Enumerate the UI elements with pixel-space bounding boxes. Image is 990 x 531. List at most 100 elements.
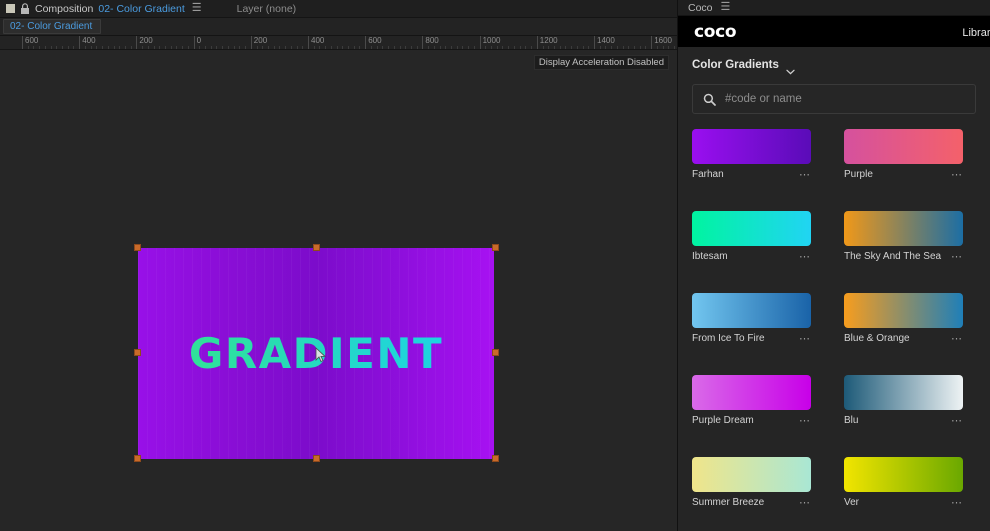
gradient-search-field[interactable]: #code or name: [692, 84, 976, 115]
ruler-minor-tick: [102, 46, 104, 49]
ruler-minor-tick: [267, 46, 269, 49]
selection-handle-middle-left[interactable]: [134, 349, 141, 356]
ruler-minor-tick: [611, 46, 613, 49]
lock-icon[interactable]: [20, 2, 30, 15]
gradient-text-layer[interactable]: GRADIENT: [138, 332, 494, 375]
gradient-card[interactable]: Blu ⋯: [844, 375, 963, 426]
gradient-card[interactable]: Purple Dream ⋯: [692, 375, 811, 426]
selected-layer-bounding-box[interactable]: GRADIENT: [134, 244, 499, 462]
gradient-options-icon[interactable]: ⋯: [951, 333, 963, 344]
category-selector[interactable]: Color Gradients: [692, 50, 976, 80]
ruler-minor-tick: [205, 46, 207, 49]
ruler-minor-tick: [313, 46, 315, 49]
gradient-card[interactable]: Ibtesam ⋯: [692, 211, 811, 262]
ruler-minor-tick: [216, 46, 218, 49]
selection-handle-middle-right[interactable]: [492, 349, 499, 356]
ruler-minor-tick: [222, 46, 224, 49]
ruler-minor-tick: [628, 46, 630, 49]
ruler-minor-tick: [468, 46, 470, 49]
gradient-swatch[interactable]: [692, 293, 811, 329]
gradient-options-icon[interactable]: ⋯: [799, 251, 811, 262]
gradient-swatch[interactable]: [844, 129, 963, 165]
gradient-name-label: Ver: [844, 497, 860, 509]
gradient-card[interactable]: The Sky And The Sea ⋯: [844, 211, 963, 262]
ruler-tick-label: 200: [253, 36, 268, 45]
gradient-options-icon[interactable]: ⋯: [951, 415, 963, 426]
chevron-down-icon[interactable]: [786, 62, 795, 75]
coco-logo: coco: [694, 21, 737, 42]
horizontal-ruler[interactable]: 6004002000200400600800100012001400160018…: [0, 36, 677, 50]
ruler-minor-tick: [445, 46, 447, 49]
gradient-card[interactable]: Purple ⋯: [844, 129, 963, 180]
gradient-options-icon[interactable]: ⋯: [799, 169, 811, 180]
gradient-swatch[interactable]: [844, 211, 963, 247]
selection-handle-top-left[interactable]: [134, 244, 141, 251]
selection-handle-top-right[interactable]: [492, 244, 499, 251]
category-label: Color Gradients: [692, 59, 779, 72]
ruler-minor-tick: [542, 46, 544, 49]
ruler-minor-tick: [153, 46, 155, 49]
ruler-tick-label: 0: [196, 36, 202, 45]
coco-panel-menu-icon[interactable]: ☰: [721, 2, 731, 13]
gradient-options-icon[interactable]: ⋯: [799, 497, 811, 508]
search-icon: [703, 93, 716, 106]
gradient-card[interactable]: Farhan ⋯: [692, 129, 811, 180]
selection-handle-bottom-right[interactable]: [492, 455, 499, 462]
gradient-swatch[interactable]: [692, 129, 811, 165]
ruler-minor-tick: [285, 46, 287, 49]
ruler-minor-tick: [496, 46, 498, 49]
coco-brand-header: coco Library: [678, 16, 990, 48]
ruler-tick-label: 600: [25, 36, 39, 45]
ruler-minor-tick: [245, 46, 247, 49]
composition-tab-chip[interactable]: 02- Color Gradient: [3, 19, 102, 34]
ruler-minor-tick: [44, 46, 46, 49]
gradient-options-icon[interactable]: ⋯: [951, 497, 963, 508]
gradient-options-icon[interactable]: ⋯: [951, 169, 963, 180]
ruler-minor-tick: [382, 46, 384, 49]
ruler-minor-tick: [451, 46, 452, 49]
selection-handle-top-center[interactable]: [313, 244, 320, 251]
ruler-minor-tick: [319, 46, 321, 49]
ruler-minor-tick: [279, 46, 281, 49]
gradient-card-meta: Summer Breeze ⋯: [692, 497, 811, 508]
ruler-minor-tick: [67, 46, 69, 49]
composition-tab-row: 02- Color Gradient: [0, 18, 677, 36]
ruler-minor-tick: [588, 46, 590, 49]
ruler-minor-tick: [410, 46, 412, 49]
gradient-swatch[interactable]: [844, 375, 963, 411]
selection-handle-bottom-left[interactable]: [134, 455, 141, 462]
ruler-minor-tick: [599, 46, 601, 49]
gradient-swatch[interactable]: [844, 457, 963, 493]
panel-collapse-icon[interactable]: [6, 4, 15, 13]
selection-handle-bottom-center[interactable]: [313, 455, 320, 462]
composition-viewer-stage[interactable]: Display Acceleration Disabled GRADIENT: [0, 50, 677, 531]
gradient-name-label: From Ice To Fire: [692, 333, 765, 345]
gradient-options-icon[interactable]: ⋯: [951, 251, 963, 262]
ruler-minor-tick: [645, 46, 647, 49]
ruler-minor-tick: [233, 46, 235, 49]
ruler-minor-tick: [256, 46, 258, 49]
gradient-card[interactable]: Ver ⋯: [844, 457, 963, 508]
active-composition-name[interactable]: 02- Color Gradient: [98, 3, 184, 15]
ruler-minor-tick: [662, 46, 664, 49]
gradient-swatch[interactable]: [844, 293, 963, 329]
gradient-options-icon[interactable]: ⋯: [799, 333, 811, 344]
gradient-swatch[interactable]: [692, 375, 811, 411]
ruler-minor-tick: [290, 46, 292, 49]
panel-menu-icon[interactable]: ☰: [192, 3, 202, 14]
ruler-minor-tick: [559, 46, 561, 49]
layer-panel-tab-label[interactable]: Layer (none): [237, 3, 297, 15]
gradient-name-label: Ibtesam: [692, 251, 728, 263]
library-nav-link[interactable]: Library: [962, 27, 990, 39]
gradient-swatch[interactable]: [692, 211, 811, 247]
app-root: Composition 02- Color Gradient ☰ Layer (…: [0, 0, 990, 531]
ruler-minor-tick: [96, 46, 98, 49]
gradient-name-label: Blue & Orange: [844, 333, 910, 345]
gradient-options-icon[interactable]: ⋯: [799, 415, 811, 426]
gradient-card[interactable]: Summer Breeze ⋯: [692, 457, 811, 508]
gradient-card[interactable]: From Ice To Fire ⋯: [692, 293, 811, 344]
gradient-swatch[interactable]: [692, 457, 811, 493]
ruler-minor-tick: [159, 46, 161, 49]
coco-panel-tab-label[interactable]: Coco: [688, 2, 713, 14]
gradient-card[interactable]: Blue & Orange ⋯: [844, 293, 963, 344]
